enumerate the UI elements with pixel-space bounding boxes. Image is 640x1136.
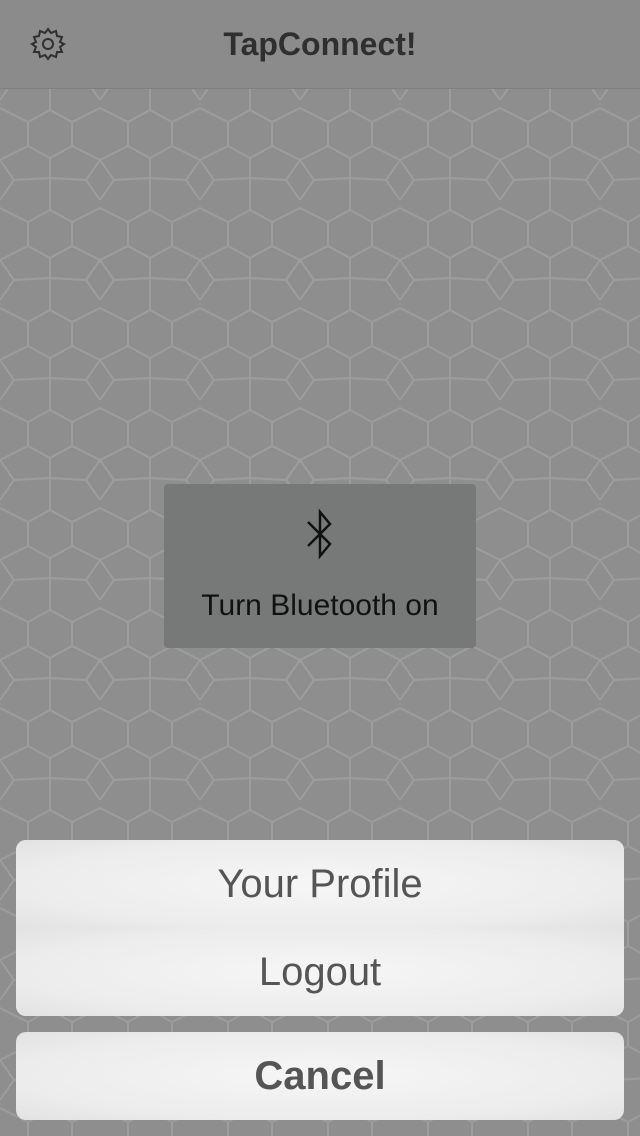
- bluetooth-prompt-label: Turn Bluetooth on: [201, 589, 439, 622]
- action-sheet: Your Profile Logout: [16, 840, 624, 1016]
- logout-button[interactable]: Logout: [16, 928, 624, 1016]
- bluetooth-icon: [307, 508, 332, 560]
- bluetooth-prompt[interactable]: Turn Bluetooth on: [164, 484, 476, 648]
- navigation-bar: TapConnect!: [0, 0, 640, 89]
- your-profile-button[interactable]: Your Profile: [16, 840, 624, 929]
- app-title: TapConnect!: [223, 26, 417, 62]
- cancel-button[interactable]: Cancel: [16, 1032, 624, 1120]
